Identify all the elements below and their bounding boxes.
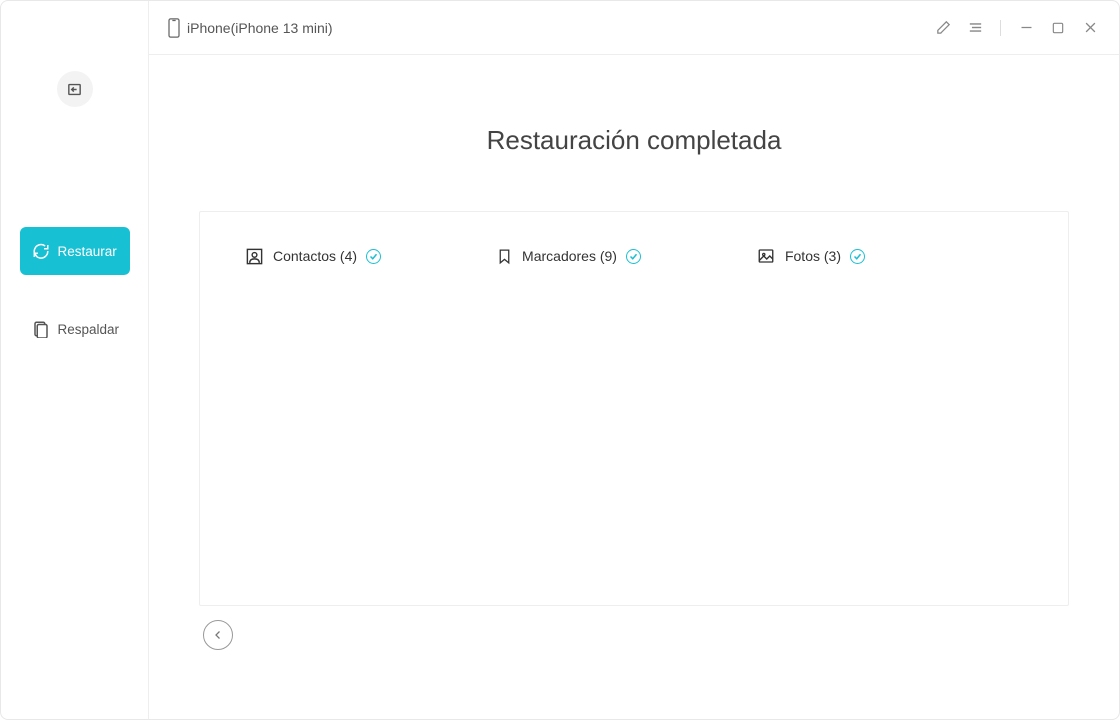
header: iPhone(iPhone 13 mini) (149, 1, 1119, 55)
backup-icon (32, 320, 50, 338)
content-area: Restauración completada Contactos (4) Ma… (149, 55, 1119, 719)
category-photos: Fotos (3) (756, 244, 865, 268)
photos-icon (756, 247, 776, 265)
menu-icon (967, 19, 984, 36)
sidebar-item-label: Respaldar (58, 322, 120, 337)
bookmark-icon (496, 247, 513, 266)
category-label: Contactos (4) (273, 248, 357, 264)
device-label: iPhone(iPhone 13 mini) (187, 20, 333, 36)
category-label: Fotos (3) (785, 248, 841, 264)
sidebar-item-restore[interactable]: Restaurar (20, 227, 130, 275)
maximize-button[interactable] (1047, 17, 1069, 39)
results-panel: Contactos (4) Marcadores (9) (199, 211, 1069, 606)
category-bookmarks: Marcadores (9) (496, 244, 641, 268)
minimize-icon (1019, 20, 1034, 35)
back-arrow-icon (66, 81, 83, 98)
sidebar-item-label: Restaurar (58, 244, 117, 259)
menu-button[interactable] (964, 17, 986, 39)
edit-button[interactable] (932, 17, 954, 39)
device-indicator: iPhone(iPhone 13 mini) (167, 18, 333, 38)
check-icon (626, 249, 641, 264)
close-icon (1083, 20, 1098, 35)
restore-icon (32, 242, 50, 260)
pencil-icon (935, 19, 952, 36)
check-icon (850, 249, 865, 264)
previous-button[interactable] (203, 620, 233, 650)
phone-icon (167, 18, 181, 38)
page-title: Restauración completada (199, 125, 1069, 156)
main: iPhone(iPhone 13 mini) (149, 1, 1119, 719)
footer-nav (199, 620, 1069, 650)
chevron-left-icon (212, 629, 224, 641)
category-contacts: Contactos (4) (245, 244, 381, 268)
sidebar: Restaurar Respaldar (1, 1, 149, 719)
sidebar-item-backup[interactable]: Respaldar (20, 305, 130, 353)
category-label: Marcadores (9) (522, 248, 617, 264)
check-icon (366, 249, 381, 264)
minimize-button[interactable] (1015, 17, 1037, 39)
contacts-icon (245, 247, 264, 266)
close-button[interactable] (1079, 17, 1101, 39)
maximize-icon (1051, 21, 1065, 35)
divider (1000, 20, 1001, 36)
back-button[interactable] (57, 71, 93, 107)
